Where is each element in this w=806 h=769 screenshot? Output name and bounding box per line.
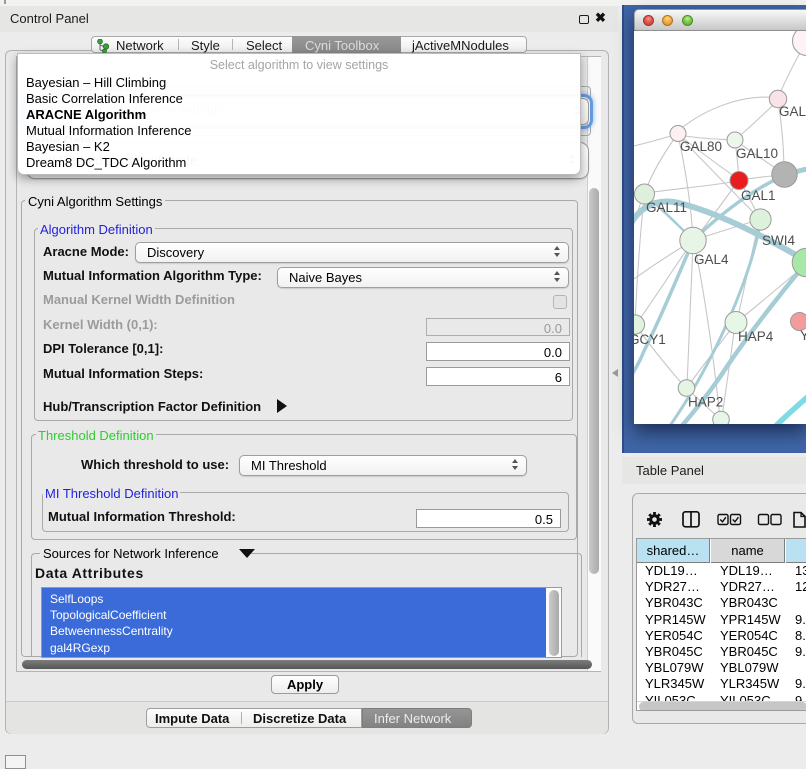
svg-text:GAL11: GAL11 xyxy=(646,200,687,215)
svg-text:GAL80: GAL80 xyxy=(680,139,722,154)
svg-text:HAP4: HAP4 xyxy=(738,329,774,344)
svg-text:Y: Y xyxy=(800,328,806,343)
svg-text:GAL4: GAL4 xyxy=(694,252,729,267)
svg-text:SWI4: SWI4 xyxy=(762,233,795,248)
svg-text:GAL1: GAL1 xyxy=(741,188,776,203)
svg-text:HAP2: HAP2 xyxy=(688,395,723,410)
svg-text:GCY1: GCY1 xyxy=(634,332,666,347)
svg-text:GAL10: GAL10 xyxy=(736,146,778,161)
svg-text:GAL7: GAL7 xyxy=(779,104,806,119)
